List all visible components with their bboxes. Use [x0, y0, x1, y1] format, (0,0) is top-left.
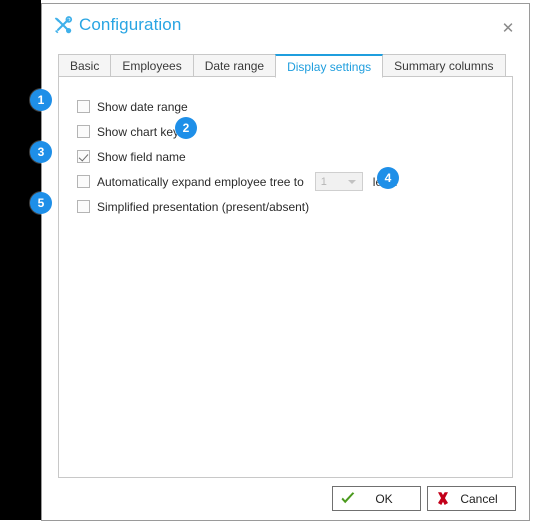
ok-button[interactable]: OK — [332, 486, 421, 511]
option-label: Show date range — [97, 99, 188, 114]
annotation-badge-5: 5 — [30, 192, 52, 214]
tab-display-settings[interactable]: Display settings — [275, 54, 384, 78]
red-x-icon — [438, 491, 448, 505]
chevron-down-icon — [347, 180, 356, 184]
option-label: Simplified presentation (present/absent) — [97, 199, 310, 214]
tab-basic[interactable]: Basic — [58, 54, 111, 77]
dialog-title-group: Configuration — [53, 15, 181, 35]
dialog-titlebar: Configuration ✕ — [42, 4, 529, 48]
option-label: Show field name — [97, 149, 186, 164]
option-expand-employee-tree: Automatically expand employee tree to 1 … — [77, 169, 497, 194]
option-show-date-range: Show date range — [77, 94, 497, 119]
checkbox-simplified-presentation[interactable] — [77, 200, 90, 213]
checkbox-expand-employee-tree[interactable] — [77, 175, 90, 188]
checkbox-show-chart-key[interactable] — [77, 125, 90, 138]
checkbox-show-date-range[interactable] — [77, 100, 90, 113]
display-settings-panel: Show date range Show chart key Show fiel… — [58, 76, 513, 478]
option-show-chart-key: Show chart key — [77, 119, 497, 144]
annotation-badge-4: 4 — [377, 167, 399, 189]
cancel-button-label: Cancel — [460, 491, 498, 506]
close-icon[interactable]: ✕ — [496, 17, 520, 39]
option-list: Show date range Show chart key Show fiel… — [77, 94, 497, 219]
configuration-dialog: Configuration ✕ Basic Employees Date ran… — [41, 3, 530, 521]
tab-employees[interactable]: Employees — [110, 54, 193, 77]
screenshot-root: Configuration ✕ Basic Employees Date ran… — [0, 0, 538, 530]
dialog-footer: OK Cancel — [42, 486, 529, 522]
option-label: Show chart key — [97, 124, 180, 139]
desktop-backdrop — [0, 0, 41, 520]
annotation-badge-2: 2 — [175, 117, 197, 139]
annotation-badge-1: 1 — [30, 89, 52, 111]
level-spinner-value: 1 — [320, 175, 327, 188]
tab-summary-columns[interactable]: Summary columns — [383, 54, 506, 77]
cancel-button[interactable]: Cancel — [427, 486, 516, 511]
annotation-badge-3: 3 — [30, 141, 52, 163]
option-label: Automatically expand employee tree to — [97, 174, 304, 189]
page-title: Configuration — [79, 15, 182, 34]
tools-icon — [54, 16, 73, 34]
ok-button-label: OK — [375, 491, 393, 506]
option-simplified-presentation: Simplified presentation (present/absent) — [77, 194, 497, 219]
option-show-field-name: Show field name — [77, 144, 497, 169]
level-spinner[interactable]: 1 — [314, 172, 363, 191]
checkbox-show-field-name[interactable] — [77, 150, 90, 163]
green-check-icon — [341, 491, 355, 503]
tab-date-range[interactable]: Date range — [192, 54, 276, 77]
tab-bar: Basic Employees Date range Display setti… — [58, 53, 506, 78]
